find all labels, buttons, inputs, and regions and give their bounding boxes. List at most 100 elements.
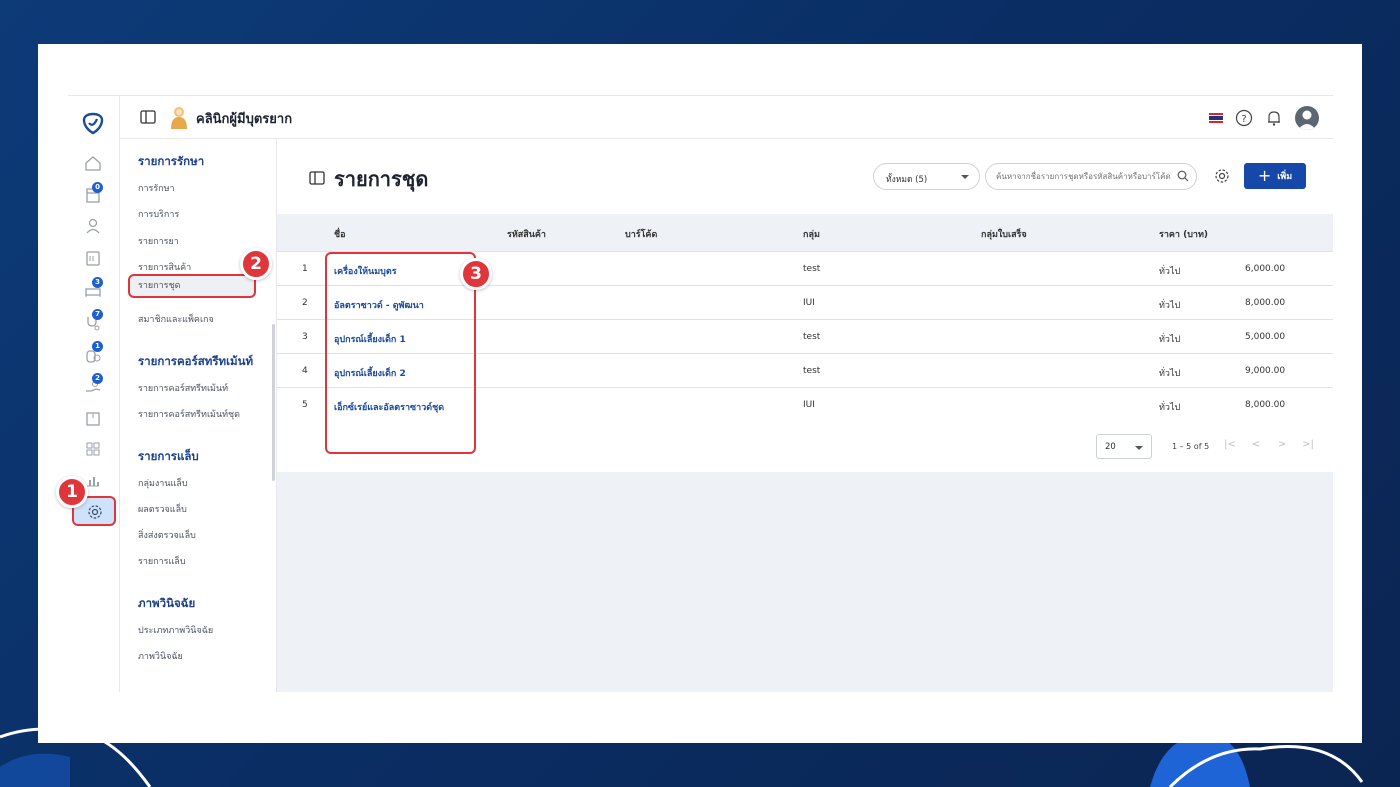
annotation-marker-2: 2 bbox=[240, 248, 272, 280]
submenu-item-lab-results[interactable]: ผลตรวจแล็บ bbox=[138, 502, 187, 516]
column-header-group[interactable]: กลุ่ม bbox=[803, 227, 820, 241]
submenu-item-course-sets[interactable]: รายการคอร์สทรีทเม้นท์ชุด bbox=[138, 407, 240, 421]
annotation-marker-1: 1 bbox=[56, 476, 88, 508]
submenu-item-lab-specimens[interactable]: สิ่งส่งตรวจแล็บ bbox=[138, 528, 196, 542]
home-icon[interactable] bbox=[84, 154, 102, 172]
table-header: ชื่อ รหัสสินค้า บาร์โค้ด กลุ่ม กลุ่มใบเส… bbox=[277, 214, 1333, 252]
annotation-marker-3: 3 bbox=[460, 258, 492, 290]
settings-submenu: รายการรักษา การรักษา การบริการ รายการยา … bbox=[120, 139, 277, 692]
main-content: รายการชุด ทั้งหมด (5) + เพิ่ม ชื่อ bbox=[277, 139, 1333, 692]
row-number: 4 bbox=[302, 366, 308, 376]
row-group: IUI bbox=[803, 298, 815, 308]
row-number: 5 bbox=[302, 400, 308, 410]
logo-icon bbox=[82, 112, 104, 135]
sidebar-toggle-icon[interactable] bbox=[140, 109, 156, 125]
pills-badge: 1 bbox=[92, 341, 103, 352]
row-price: 8,000.00 bbox=[1245, 298, 1286, 308]
add-button-label: เพิ่ม bbox=[1277, 172, 1293, 182]
column-header-product-code[interactable]: รหัสสินค้า bbox=[507, 227, 546, 241]
submenu-section-treatment: รายการรักษา bbox=[138, 154, 205, 168]
submenu-item-members-packages[interactable]: สมาชิกและแพ็คเกจ bbox=[138, 312, 214, 326]
column-header-name[interactable]: ชื่อ bbox=[334, 227, 346, 241]
table-row[interactable]: 4 อุปกรณ์เลี้ยงเด็ก 2 test ทั่วไป 9,000.… bbox=[277, 354, 1333, 388]
row-price-type: ทั่วไป bbox=[1159, 403, 1181, 413]
prev-page-icon[interactable]: < bbox=[1249, 439, 1263, 453]
toolbar: รายการชุด ทั้งหมด (5) + เพิ่ม bbox=[277, 139, 1333, 214]
submenu-item-lab-groups[interactable]: กลุ่มงานแล็บ bbox=[138, 476, 188, 490]
row-price-type: ทั่วไป bbox=[1159, 369, 1181, 379]
page-size-value: 20 bbox=[1105, 442, 1116, 452]
first-page-icon[interactable]: |< bbox=[1223, 439, 1237, 453]
row-number: 2 bbox=[302, 298, 308, 308]
plus-icon: + bbox=[1257, 166, 1272, 185]
chevron-down-icon bbox=[1135, 446, 1143, 450]
add-button[interactable]: + เพิ่ม bbox=[1244, 163, 1306, 189]
row-group: test bbox=[803, 366, 821, 376]
row-price-type: ทั่วไป bbox=[1159, 301, 1181, 311]
search-icon[interactable] bbox=[1177, 170, 1189, 182]
top-header: คลินิกผู้มีบุตรยาก ? bbox=[120, 96, 1333, 139]
sets-table: ชื่อ รหัสสินค้า บาร์โค้ด กลุ่ม กลุ่มใบเส… bbox=[277, 214, 1333, 472]
gear-icon bbox=[88, 505, 102, 519]
search-input[interactable] bbox=[985, 163, 1197, 190]
column-header-barcode[interactable]: บาร์โค้ด bbox=[625, 227, 657, 241]
submenu-section-courses: รายการคอร์สทรีทเม้นท์ bbox=[138, 354, 254, 368]
calendar-badge: 0 bbox=[92, 182, 103, 193]
clipboard-icon[interactable] bbox=[84, 249, 102, 267]
header-actions: ? bbox=[1209, 105, 1319, 131]
column-header-price[interactable]: ราคา (บาท) bbox=[1159, 227, 1208, 241]
submenu-section-lab: รายการแล็บ bbox=[138, 449, 199, 463]
submenu-item-imaging-types[interactable]: ประเภทภาพวินิจฉัย bbox=[138, 623, 213, 637]
pagination-range: 1 – 5 of 5 bbox=[1172, 442, 1210, 451]
table-row[interactable]: 3 อุปกรณ์เลี้ยงเด็ก 1 test ทั่วไป 5,000.… bbox=[277, 320, 1333, 354]
row-price: 5,000.00 bbox=[1245, 332, 1286, 342]
next-page-icon[interactable]: > bbox=[1275, 439, 1289, 453]
user-avatar[interactable] bbox=[1295, 106, 1319, 130]
submenu-item-treatment[interactable]: การรักษา bbox=[138, 181, 175, 195]
set-name-link[interactable]: เอ็กซ์เรย์และอัลตราซาวด์ชุด bbox=[334, 400, 444, 414]
submenu-item-products[interactable]: รายการสินค้า bbox=[138, 260, 191, 274]
column-header-receipt-group[interactable]: กลุ่มใบเสร็จ bbox=[981, 227, 1027, 241]
filter-select[interactable]: ทั้งหมด (5) bbox=[873, 163, 980, 190]
row-group: IUI bbox=[803, 400, 815, 410]
table-row[interactable]: 1 เครื่องให้นมบุตร test ทั่วไป 6,000.00 bbox=[277, 252, 1333, 286]
submenu-item-drugs[interactable]: รายการยา bbox=[138, 234, 179, 248]
submenu-item-courses[interactable]: รายการคอร์สทรีทเม้นท์ bbox=[138, 381, 228, 395]
set-name-link[interactable]: อุปกรณ์เลี้ยงเด็ก 1 bbox=[334, 332, 406, 346]
row-price: 8,000.00 bbox=[1245, 400, 1286, 410]
clinic-avatar bbox=[171, 107, 187, 129]
row-price-type: ทั่วไป bbox=[1159, 335, 1181, 345]
set-name-link[interactable]: อุปกรณ์เลี้ยงเด็ก 2 bbox=[334, 366, 406, 380]
user-icon[interactable] bbox=[84, 217, 102, 235]
page-size-select[interactable]: 20 bbox=[1096, 434, 1152, 459]
table-row[interactable]: 5 เอ็กซ์เรย์และอัลตราซาวด์ชุด IUI ทั่วไป… bbox=[277, 388, 1333, 422]
row-price: 9,000.00 bbox=[1245, 366, 1286, 376]
svg-text:?: ? bbox=[1241, 114, 1246, 125]
table-row[interactable]: 2 อัลตราซาวด์ - ดูพัฒนา IUI ทั่วไป 8,000… bbox=[277, 286, 1333, 320]
help-icon[interactable]: ? bbox=[1235, 109, 1253, 127]
row-group: test bbox=[803, 264, 821, 274]
icon-rail: 0 3 7 1 2 bbox=[68, 96, 120, 692]
bell-icon[interactable] bbox=[1265, 109, 1283, 127]
package-icon[interactable] bbox=[84, 409, 102, 427]
grid-icon[interactable] bbox=[84, 440, 102, 458]
set-name-link[interactable]: เครื่องให้นมบุตร bbox=[334, 264, 397, 278]
panel-icon bbox=[309, 171, 325, 185]
last-page-icon[interactable]: >| bbox=[1301, 439, 1315, 453]
table-settings-icon[interactable] bbox=[1213, 167, 1231, 185]
submenu-item-lab-list[interactable]: รายการแล็บ bbox=[138, 554, 186, 568]
submenu-item-imaging[interactable]: ภาพวินิจฉัย bbox=[138, 649, 183, 663]
thai-flag-icon[interactable] bbox=[1209, 113, 1223, 124]
bed-badge: 3 bbox=[92, 277, 103, 288]
chevron-down-icon bbox=[961, 175, 969, 179]
stethoscope-badge: 7 bbox=[92, 309, 103, 320]
row-price: 6,000.00 bbox=[1245, 264, 1286, 274]
clinic-name: คลินิกผู้มีบุตรยาก bbox=[196, 112, 293, 127]
set-name-link[interactable]: อัลตราซาวด์ - ดูพัฒนา bbox=[334, 298, 424, 312]
row-number: 1 bbox=[302, 264, 308, 274]
submenu-item-service[interactable]: การบริการ bbox=[138, 207, 179, 221]
app-window: 0 3 7 1 2 คลินิกผู้มีบุตรยาก ? รายการรัก… bbox=[68, 95, 1333, 692]
filter-value: ทั้งหมด (5) bbox=[886, 175, 928, 185]
submenu-scrollbar[interactable] bbox=[272, 324, 275, 481]
submenu-item-sets[interactable]: รายการชุด bbox=[128, 274, 256, 298]
